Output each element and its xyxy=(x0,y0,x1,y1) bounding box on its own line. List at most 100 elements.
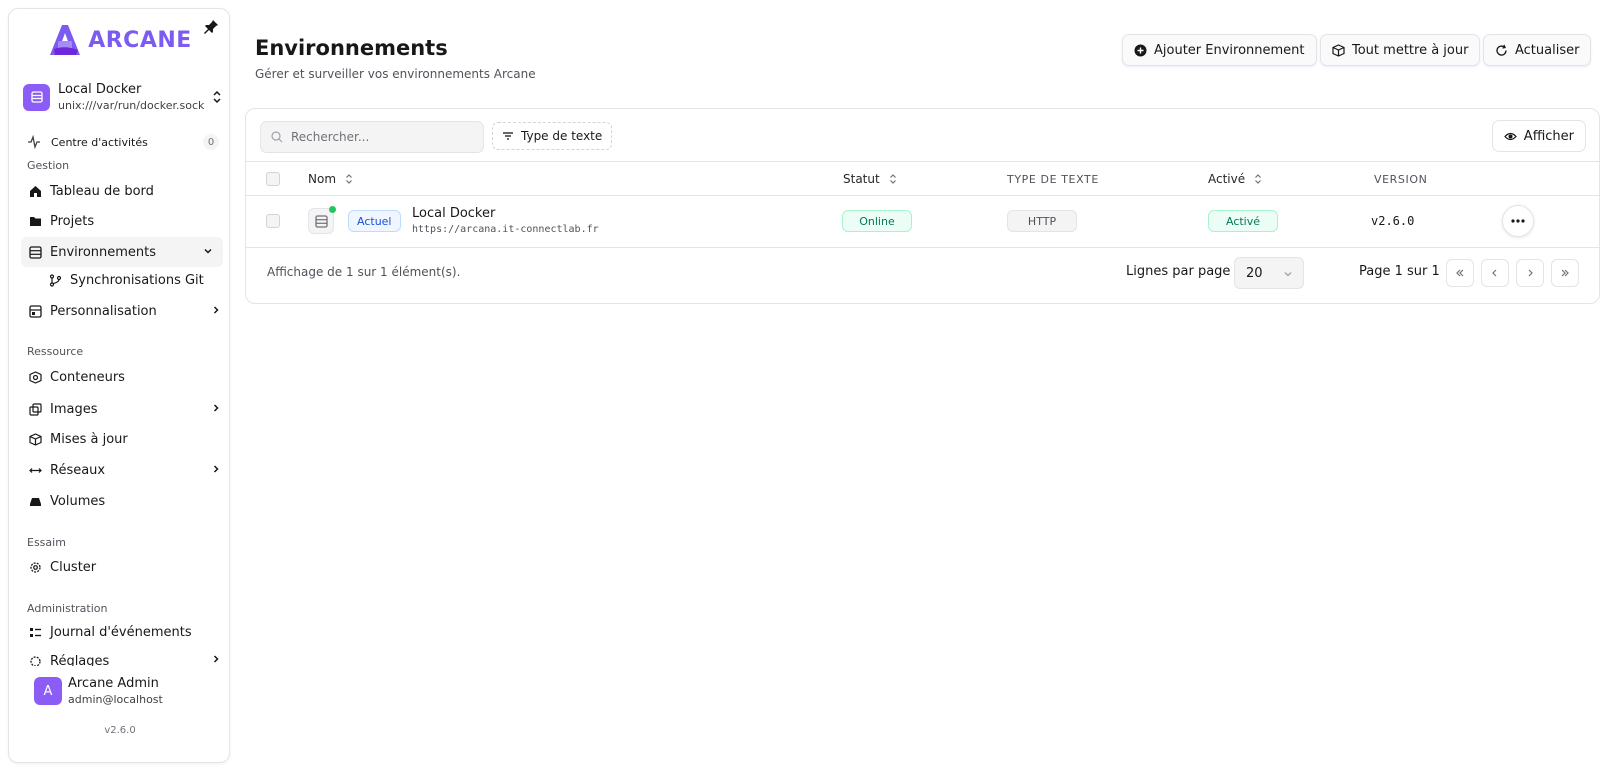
chevrons-right-icon xyxy=(1561,269,1569,277)
logo[interactable]: ARCANE xyxy=(46,23,192,57)
package-icon xyxy=(1332,43,1345,57)
version-cell: v2.6.0 xyxy=(1371,214,1415,228)
activity-icon xyxy=(28,135,40,149)
row-checkbox[interactable] xyxy=(266,214,280,228)
next-page-button[interactable] xyxy=(1516,259,1544,287)
page-indicator: Page 1 sur 1 xyxy=(1359,264,1440,279)
current-badge: Actuel xyxy=(348,210,401,232)
eye-icon xyxy=(1503,132,1517,140)
sidebar-item-settings[interactable]: Réglages xyxy=(21,648,229,666)
column-status[interactable]: Statut xyxy=(843,172,898,186)
layout-icon xyxy=(28,304,42,318)
sidebar-item-label: Images xyxy=(50,401,98,417)
online-dot xyxy=(329,206,336,213)
search-icon xyxy=(271,131,283,143)
environment-socket: unix:///var/run/docker.sock xyxy=(58,99,205,112)
git-branch-icon xyxy=(48,273,62,287)
brand-name: ARCANE xyxy=(88,27,192,53)
refresh-button[interactable]: Actualiser xyxy=(1483,34,1592,66)
sidebar-item-event-log[interactable]: Journal d'événements xyxy=(21,617,229,647)
network-arrows-icon xyxy=(28,463,42,477)
user-menu[interactable]: A Arcane Admin admin@localhost xyxy=(23,673,223,709)
sidebar-item-dashboard[interactable]: Tableau de bord xyxy=(21,176,229,206)
add-environment-button[interactable]: Ajouter Environnement xyxy=(1122,34,1317,66)
refresh-icon xyxy=(1496,44,1507,56)
type-filter-button[interactable]: Type de texte xyxy=(492,122,613,150)
activity-center[interactable]: Centre d'activités 0 xyxy=(21,128,223,156)
chevron-right-icon xyxy=(213,306,219,314)
images-icon xyxy=(28,402,42,416)
chevron-left-icon xyxy=(1492,269,1497,277)
column-type-label: TYPE DE TEXTE xyxy=(1007,173,1099,186)
sidebar-item-cluster[interactable]: Cluster xyxy=(21,552,229,582)
results-summary: Affichage de 1 sur 1 élément(s). xyxy=(267,265,461,279)
refresh-label: Actualiser xyxy=(1515,42,1580,58)
rows-per-page-select[interactable]: 20 xyxy=(1234,257,1304,289)
first-page-button[interactable] xyxy=(1446,259,1474,287)
sidebar-item-git-sync[interactable]: Synchronisations Git xyxy=(41,265,229,295)
sidebar-item-images[interactable]: Images xyxy=(21,394,229,424)
more-horizontal-icon xyxy=(1511,219,1525,223)
sidebar-item-label: Cluster xyxy=(50,559,97,575)
environment-name: Local Docker xyxy=(58,82,142,97)
sort-icon xyxy=(346,174,352,184)
chevron-up-down-icon xyxy=(213,90,221,104)
row-actions-button[interactable] xyxy=(1502,205,1534,237)
environment-switcher[interactable]: Local Docker unix:///var/run/docker.sock xyxy=(23,77,223,117)
sidebar-item-label: Environnements xyxy=(50,244,157,260)
page-subtitle: Gérer et surveiller vos environnements A… xyxy=(255,67,536,81)
sidebar-item-label: Volumes xyxy=(50,493,106,509)
search-box[interactable] xyxy=(260,121,484,153)
update-all-button[interactable]: Tout mettre à jour xyxy=(1320,34,1481,66)
view-options-button[interactable]: Afficher xyxy=(1491,120,1586,152)
sort-icon xyxy=(889,174,896,184)
chevron-down-icon xyxy=(204,248,212,254)
sidebar-item-label: Réseaux xyxy=(50,462,106,478)
pin-icon[interactable] xyxy=(203,19,219,35)
hard-drive-icon xyxy=(28,494,42,508)
column-version-label: VERSION xyxy=(1374,173,1428,186)
avatar: A xyxy=(34,677,62,705)
chevrons-left-icon xyxy=(1456,269,1464,277)
package-icon xyxy=(28,432,42,446)
sidebar-item-customization[interactable]: Personnalisation xyxy=(21,296,229,326)
table-row[interactable]: Actuel Local Docker https://arcana.it-co… xyxy=(246,196,1599,248)
column-enabled[interactable]: Activé xyxy=(1208,172,1263,186)
chevron-right-icon xyxy=(213,404,219,412)
environment-row-name[interactable]: Local Docker xyxy=(412,206,495,221)
sidebar-item-label: Projets xyxy=(50,213,95,229)
sidebar-item-environments[interactable]: Environnements xyxy=(21,237,223,267)
chevron-right-icon xyxy=(213,465,219,473)
table-header: Nom Statut TYPE DE TEXTE Activé VERSION xyxy=(246,161,1599,196)
gear-icon xyxy=(28,560,42,574)
sidebar-item-volumes[interactable]: Volumes xyxy=(21,486,229,516)
sidebar-item-containers[interactable]: Conteneurs xyxy=(21,362,229,392)
user-email: admin@localhost xyxy=(68,693,163,706)
previous-page-button[interactable] xyxy=(1481,259,1509,287)
app-version: v2.6.0 xyxy=(104,725,136,736)
search-input[interactable] xyxy=(291,130,471,144)
section-essaim: Essaim xyxy=(27,536,66,549)
plus-circle-icon xyxy=(1134,44,1147,56)
home-icon xyxy=(28,184,42,198)
sidebar-item-updates[interactable]: Mises à jour xyxy=(21,424,229,454)
type-badge: HTTP xyxy=(1007,210,1077,232)
last-page-button[interactable] xyxy=(1551,259,1579,287)
sidebar-item-networks[interactable]: Réseaux xyxy=(21,455,229,485)
sidebar-item-label: Journal d'événements xyxy=(50,624,192,640)
sidebar-item-label: Synchronisations Git xyxy=(70,272,204,288)
sidebar-item-projects[interactable]: Projets xyxy=(21,206,229,236)
select-all-checkbox[interactable] xyxy=(266,172,280,186)
sort-icon xyxy=(1255,174,1262,184)
update-all-label: Tout mettre à jour xyxy=(1352,42,1469,58)
container-icon xyxy=(28,370,42,384)
add-environment-label: Ajouter Environnement xyxy=(1154,42,1305,58)
environments-card: Type de texte Afficher Nom Statut TYPE D… xyxy=(245,108,1600,304)
page-title: Environnements xyxy=(255,36,448,60)
chevron-down-icon xyxy=(1284,272,1292,277)
list-icon xyxy=(28,625,42,639)
user-name: Arcane Admin xyxy=(68,676,159,691)
type-filter-label: Type de texte xyxy=(521,129,603,143)
sidebar: ARCANE Local Docker unix:///var/run/dock… xyxy=(8,8,230,763)
column-name[interactable]: Nom xyxy=(308,172,354,186)
